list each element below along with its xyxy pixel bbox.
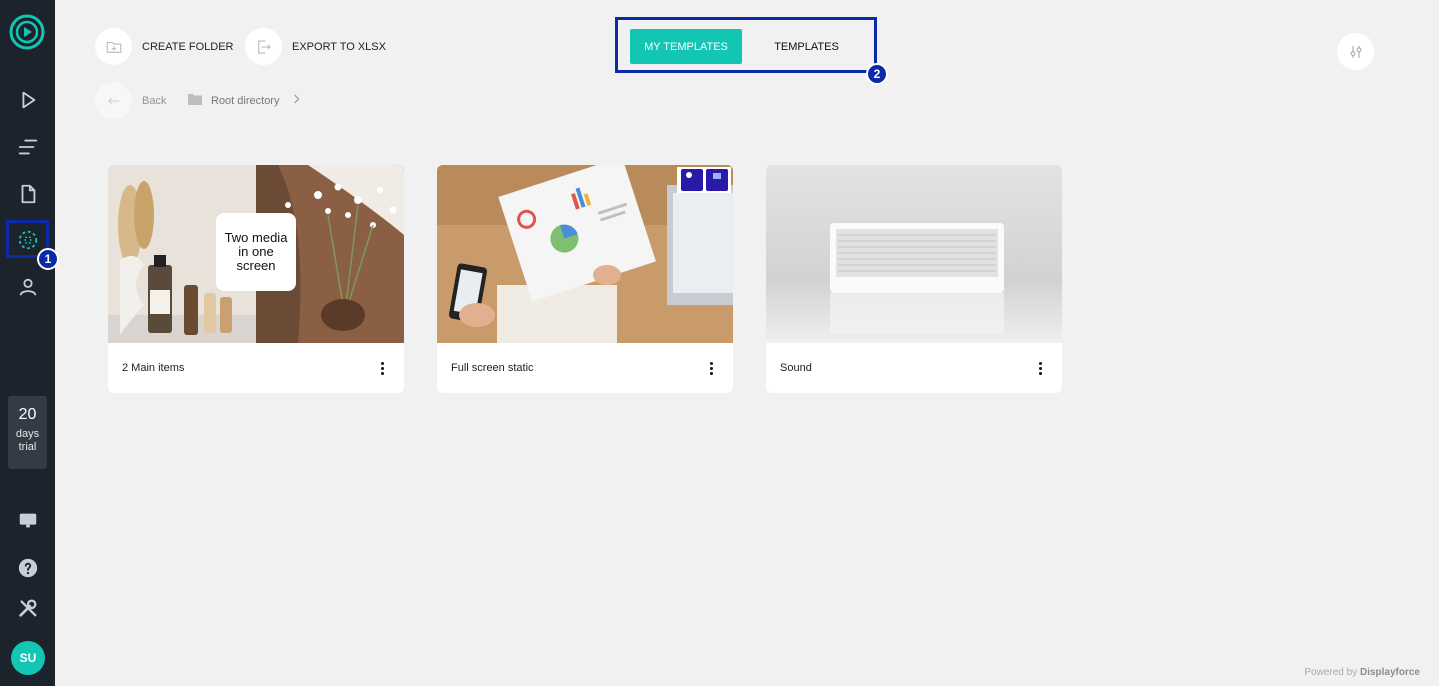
sliders-icon (1337, 33, 1374, 70)
tab-my-templates[interactable]: MY TEMPLATES (630, 29, 742, 64)
trial-days: 20 (18, 406, 37, 423)
template-card[interactable]: Full screen static (437, 165, 733, 393)
card-footer: Sound (766, 343, 1062, 393)
breadcrumb-root[interactable]: Root directory (211, 95, 279, 107)
template-title[interactable]: Full screen static (451, 362, 534, 374)
help-icon[interactable] (14, 554, 41, 581)
chevron-right-icon (293, 93, 301, 108)
card-footer: Full screen static (437, 343, 733, 393)
callout-badge-1: 1 (37, 248, 59, 270)
template-card[interactable]: Sound (766, 165, 1062, 393)
template-tabs: MY TEMPLATES TEMPLATES (630, 29, 871, 64)
user-icon[interactable] (14, 273, 41, 300)
template-title[interactable]: 2 Main items (122, 362, 184, 374)
trial-label-line1: days (15, 428, 40, 440)
template-card[interactable]: Two media in one screen 2 Main items (108, 165, 404, 393)
export-label: EXPORT TO XLSX (292, 40, 386, 53)
template-thumbnail (437, 165, 733, 343)
more-options-icon[interactable] (374, 358, 390, 378)
tab-templates[interactable]: TEMPLATES (742, 29, 871, 64)
app-logo[interactable] (9, 14, 45, 50)
back-button[interactable]: Back (95, 82, 166, 119)
sidebar: 1 20 days trial SU (0, 0, 59, 686)
callout-badge-2: 2 (866, 63, 888, 85)
export-icon (245, 28, 282, 65)
play-icon[interactable] (14, 86, 41, 113)
folder-icon (187, 92, 203, 109)
powered-by-label: Powered by (1304, 667, 1358, 678)
card-footer: 2 Main items (108, 343, 404, 393)
create-folder-button[interactable]: CREATE FOLDER (95, 28, 233, 65)
trial-badge[interactable]: 20 days trial (8, 396, 47, 469)
thumbnail-overlay-text: Two media in one screen (216, 213, 296, 291)
template-title[interactable]: Sound (780, 362, 812, 374)
avatar[interactable]: SU (11, 641, 45, 675)
overlay-line: Two media (224, 230, 288, 245)
analytics-desk-image (437, 165, 733, 343)
brand-name[interactable]: Displayforce (1360, 667, 1420, 678)
more-options-icon[interactable] (1032, 358, 1048, 378)
monitor-icon[interactable] (14, 507, 41, 534)
folder-plus-icon (95, 28, 132, 65)
back-arrow-icon (95, 82, 132, 119)
back-label: Back (142, 94, 167, 107)
more-options-icon[interactable] (703, 358, 719, 378)
overlay-line: in one (238, 244, 274, 259)
template-thumbnail: Two media in one screen (108, 165, 404, 343)
trial-label-line2: trial (18, 441, 37, 453)
tools-icon[interactable] (14, 594, 41, 621)
template-thumbnail (766, 165, 1062, 343)
breadcrumb: Root directory (187, 92, 301, 109)
overlay-line: screen (236, 258, 276, 273)
create-folder-label: CREATE FOLDER (142, 40, 234, 53)
filter-button[interactable] (1337, 33, 1374, 70)
speaker-device-image (766, 165, 1062, 343)
export-xlsx-button[interactable]: EXPORT TO XLSX (245, 28, 386, 65)
powered-by-footer: Powered by Displayforce (1304, 667, 1420, 678)
document-icon[interactable] (14, 180, 41, 207)
playlist-icon[interactable] (14, 133, 41, 160)
